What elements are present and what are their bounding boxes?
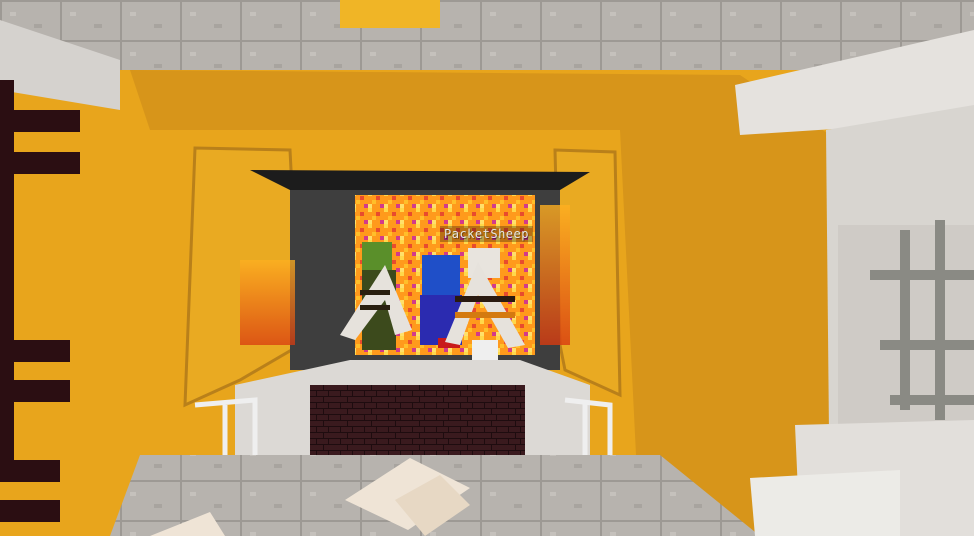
player-nametag: PacketSheep — [440, 226, 533, 242]
chamber-top — [250, 170, 590, 190]
nether-brick-floor — [310, 385, 525, 455]
ceiling-gap — [340, 0, 440, 28]
quartz-step — [750, 470, 900, 536]
lava-right — [540, 205, 570, 345]
game-viewport[interactable]: PacketSheep — [0, 0, 974, 536]
world-render — [0, 0, 974, 536]
lava-left — [240, 260, 295, 345]
